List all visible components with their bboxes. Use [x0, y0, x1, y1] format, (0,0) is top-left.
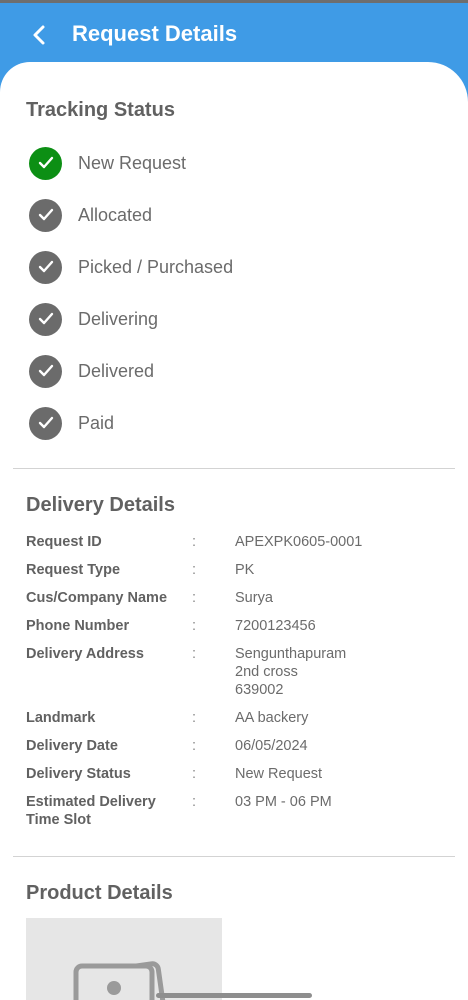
- details-card: Tracking Status New Request Allocated Pi…: [0, 62, 468, 1000]
- detail-separator: :: [192, 618, 197, 634]
- detail-separator: :: [192, 562, 197, 578]
- home-indicator[interactable]: [156, 993, 312, 998]
- check-circle-icon: [29, 354, 62, 388]
- detail-label: Request Type: [26, 562, 121, 578]
- detail-label: Estimated Delivery Time Slot: [26, 793, 186, 829]
- tracking-step-label: Delivering: [78, 308, 159, 329]
- detail-label: Landmark: [26, 710, 96, 726]
- section-divider: [13, 468, 455, 469]
- tracking-step-label: Delivered: [78, 360, 155, 381]
- check-circle-icon: [29, 250, 62, 284]
- detail-value: PK: [235, 562, 255, 578]
- chevron-left-icon: [33, 25, 45, 45]
- tracking-status-title: Tracking Status: [26, 99, 175, 121]
- tracking-step-paid: Paid: [29, 406, 429, 440]
- tracking-step-new-request: New Request: [29, 146, 429, 180]
- tracking-step-delivered: Delivered: [29, 354, 429, 388]
- detail-value: AA backery: [235, 710, 309, 726]
- detail-label: Delivery Address: [26, 646, 144, 662]
- tracking-step-allocated: Allocated: [29, 198, 429, 232]
- address-line: Sengunthapuram: [235, 646, 347, 662]
- detail-label: Delivery Status: [26, 766, 131, 782]
- section-divider: [13, 856, 455, 857]
- check-circle-icon: [29, 146, 62, 180]
- tracking-step-label: Allocated: [78, 204, 153, 225]
- back-button[interactable]: [22, 17, 58, 53]
- delivery-details-title: Delivery Details: [26, 494, 175, 516]
- detail-value: New Request: [235, 766, 323, 782]
- detail-separator: :: [192, 590, 197, 606]
- product-image[interactable]: [26, 918, 222, 1000]
- app-bar: Request Details: [0, 3, 468, 67]
- detail-value: 7200123456: [235, 618, 316, 634]
- detail-value: APEXPK0605-0001: [235, 534, 363, 550]
- tracking-step-label: Paid: [78, 412, 115, 433]
- check-circle-icon: [29, 406, 62, 440]
- check-circle-icon: [29, 198, 62, 232]
- detail-value: Surya: [235, 590, 273, 606]
- address-line: 639002: [235, 682, 284, 698]
- product-details-title: Product Details: [26, 882, 173, 904]
- image-placeholder-icon: [73, 961, 168, 1000]
- detail-separator: :: [192, 738, 197, 754]
- detail-separator: :: [192, 710, 197, 726]
- detail-value: 06/05/2024: [235, 738, 308, 754]
- detail-label-line: Time Slot: [26, 812, 91, 828]
- detail-separator: :: [192, 646, 197, 662]
- detail-separator: :: [192, 534, 197, 550]
- page-title: Request Details: [72, 21, 238, 46]
- tracking-step-delivering: Delivering: [29, 302, 429, 336]
- detail-label: Cus/Company Name: [26, 590, 168, 606]
- tracking-step-label: New Request: [78, 152, 187, 173]
- tracking-step-picked: Picked / Purchased: [29, 250, 429, 284]
- detail-label: Request ID: [26, 534, 102, 550]
- detail-value: Sengunthapuram 2nd cross 639002: [235, 645, 435, 699]
- detail-value: 03 PM - 06 PM: [235, 794, 332, 810]
- detail-label-line: Estimated Delivery: [26, 794, 156, 810]
- detail-label: Delivery Date: [26, 738, 118, 754]
- detail-separator: :: [192, 766, 197, 782]
- detail-label: Phone Number: [26, 618, 130, 634]
- detail-separator: :: [192, 794, 197, 810]
- address-line: 2nd cross: [235, 664, 298, 680]
- tracking-step-label: Picked / Purchased: [78, 256, 234, 277]
- check-circle-icon: [29, 302, 62, 336]
